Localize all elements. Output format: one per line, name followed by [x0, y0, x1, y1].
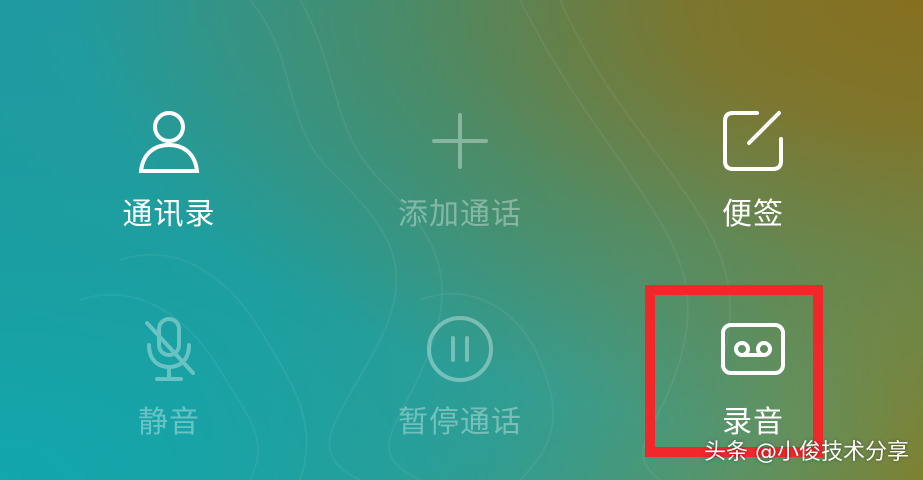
hold-button[interactable]: 暂停通话: [360, 313, 560, 443]
hold-label: 暂停通话: [398, 405, 522, 440]
add-call-button[interactable]: 添加通话: [360, 105, 560, 235]
notes-button[interactable]: 便签: [653, 105, 853, 235]
person-icon: [138, 111, 200, 173]
contacts-label: 通讯录: [122, 197, 216, 232]
mute-label: 静音: [138, 405, 200, 440]
mute-button[interactable]: 静音: [69, 313, 269, 443]
mic-off-icon: [145, 317, 195, 381]
contacts-button[interactable]: 通讯录: [69, 105, 269, 235]
notes-label: 便签: [722, 197, 784, 232]
plus-icon: [432, 113, 488, 169]
edit-note-icon: [723, 111, 783, 171]
watermark: 头条 @小俊技术分享: [704, 440, 909, 465]
record-highlight-box: [645, 285, 823, 457]
add-call-label: 添加通话: [398, 197, 522, 232]
pause-icon: [427, 316, 493, 382]
